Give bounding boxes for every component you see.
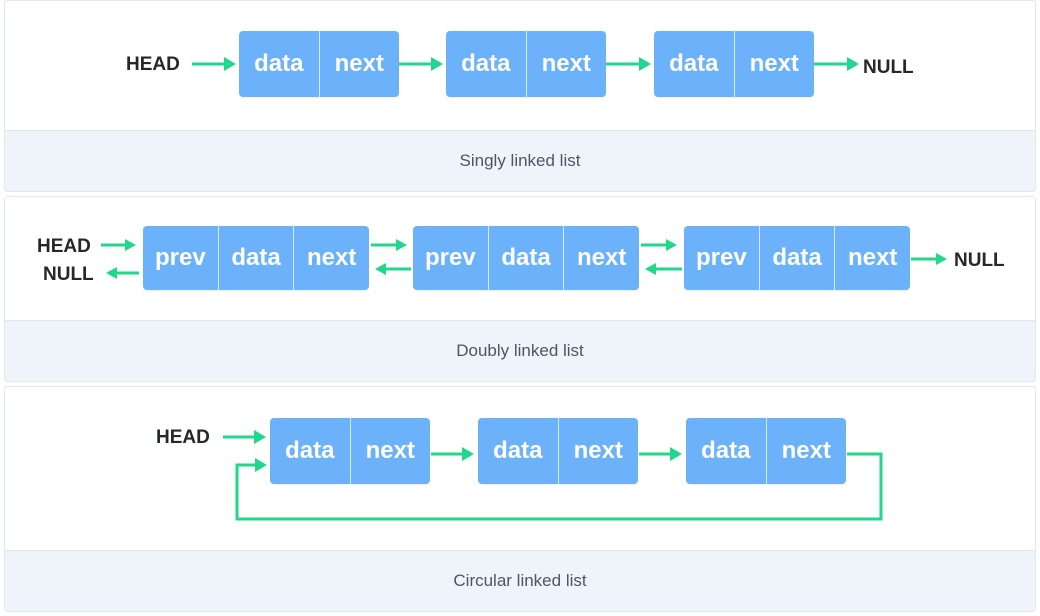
circular-next-arrow-2 — [639, 447, 682, 461]
circular-caption: Circular linked list — [5, 550, 1035, 611]
singly-next-arrow-1 — [399, 57, 443, 71]
doubly-next-arrow-2 — [641, 239, 677, 251]
circular-linked-list-panel: HEAD data next data next data next Circu… — [4, 386, 1036, 612]
doubly-head-arrow — [101, 239, 136, 251]
doubly-linked-list-panel: HEAD NULL prev data next prev data next … — [4, 196, 1036, 382]
singly-null-arrow — [814, 57, 859, 71]
doubly-null-left-arrow — [106, 267, 139, 279]
doubly-prev-arrow-2 — [645, 263, 682, 275]
circular-loop-arrow — [235, 452, 883, 521]
circular-next-arrow-1 — [431, 447, 474, 461]
doubly-caption: Doubly linked list — [5, 320, 1035, 381]
doubly-next-arrow-1 — [371, 239, 407, 251]
singly-next-arrow-2 — [606, 57, 651, 71]
singly-linked-list-panel: HEAD data next data next data next NULL … — [4, 0, 1036, 192]
doubly-prev-arrow-1 — [375, 263, 411, 275]
singly-head-arrow — [192, 57, 236, 71]
singly-caption: Singly linked list — [5, 130, 1035, 191]
doubly-null-right-arrow — [911, 253, 947, 265]
circular-head-arrow — [223, 430, 266, 444]
